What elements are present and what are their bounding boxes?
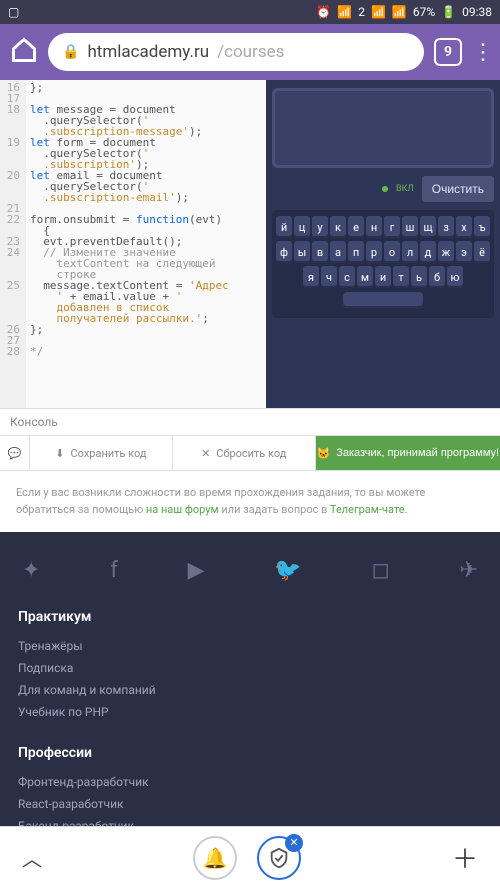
address-bar[interactable]: 🔒 htmlacademy.ru/courses [48, 33, 424, 71]
battery-icon: 🔋 [441, 5, 456, 19]
preview-pane: ВКЛ Очистить йцукенгшщзхъ фывапролджэё я… [266, 80, 500, 408]
keyboard-key[interactable]: ь [411, 266, 427, 288]
alarm-icon: ⏰ [316, 5, 331, 19]
lock-icon: 🔒 [62, 44, 79, 60]
keyboard-key[interactable]: б [429, 266, 445, 288]
clock: 09:38 [462, 5, 492, 19]
forum-link[interactable]: на наш форум [146, 503, 219, 516]
keyboard-key[interactable]: ы [294, 241, 310, 263]
app-badge-shield[interactable]: ✕ [257, 836, 301, 880]
url-host: htmlacademy.ru [87, 42, 209, 62]
footer-link[interactable]: Для команд и компаний [18, 679, 482, 701]
keyboard-key[interactable]: д [420, 241, 436, 263]
youtube-icon[interactable]: ▶ [188, 558, 205, 583]
console-tab[interactable]: Консоль [0, 408, 500, 435]
keyboard-key[interactable]: ф [276, 241, 292, 263]
instagram-icon[interactable]: ◻ [371, 558, 389, 583]
keyboard-key[interactable]: в [312, 241, 328, 263]
keyboard-key[interactable]: я [303, 266, 319, 288]
footer-heading-practicum: Практикум [18, 609, 482, 625]
keyboard-key[interactable]: л [402, 241, 418, 263]
footer-link[interactable]: Фронтенд-разработчик [18, 771, 482, 793]
keyboard-key[interactable]: о [384, 241, 400, 263]
help-text: Если у вас возникли сложности во время п… [0, 471, 500, 532]
keyboard-key[interactable]: и [375, 266, 391, 288]
keyboard-key[interactable]: с [339, 266, 355, 288]
keyboard-key[interactable]: м [357, 266, 373, 288]
keyboard-key[interactable]: з [438, 216, 454, 238]
keyboard-key[interactable]: ё [474, 241, 490, 263]
comment-icon[interactable]: 💬 [0, 436, 30, 470]
download-icon: ⬇ [55, 447, 64, 460]
footer-link[interactable]: React-разработчик [18, 793, 482, 815]
keyboard-key[interactable]: н [366, 216, 382, 238]
preview-frame [272, 88, 494, 168]
status-dot [382, 186, 388, 192]
signal-icon-2: 📶 [392, 5, 407, 19]
chevron-up-icon[interactable]: ︿ [22, 843, 42, 872]
telegram-icon[interactable]: ✈ [460, 558, 478, 583]
keyboard-key[interactable]: п [348, 241, 364, 263]
keyboard-key[interactable]: ъ [474, 216, 490, 238]
keyboard-key[interactable]: ш [402, 216, 418, 238]
save-button[interactable]: ⬇ Сохранить код [30, 436, 173, 470]
gallery-icon: ▢ [8, 5, 19, 19]
keyboard-key[interactable]: р [366, 241, 382, 263]
site-footer: ✦ f ▶ 🐦 ◻ ✈ Практикум ТренажёрыПодпискаД… [0, 532, 500, 857]
keyboard-key[interactable]: т [393, 266, 409, 288]
keyboard-key[interactable]: ю [447, 266, 463, 288]
footer-link[interactable]: Подписка [18, 657, 482, 679]
close-icon: ✕ [201, 447, 210, 460]
bottom-nav: ︿ 🔔 ✕ ＋ [0, 826, 500, 888]
status-label: ВКЛ [396, 184, 414, 194]
keyboard-key[interactable]: ж [438, 241, 454, 263]
twitter-icon[interactable]: 🐦 [274, 558, 301, 583]
keyboard-key[interactable]: а [330, 241, 346, 263]
keyboard-key[interactable]: е [348, 216, 364, 238]
vk-icon[interactable]: ✦ [22, 558, 40, 583]
code-body[interactable]: }; let message = document .querySelector… [26, 80, 266, 408]
virtual-keyboard: йцукенгшщзхъ фывапролджэё ячсмитьбю [272, 210, 494, 318]
overflow-menu-icon[interactable]: ⋮ [472, 40, 490, 65]
cat-icon: 🐱 [317, 447, 331, 460]
line-gutter: 16 17 18 19 20 21 22 23 24 25 26 27 28 [0, 80, 26, 408]
footer-link[interactable]: Тренажёры [18, 635, 482, 657]
keyboard-key[interactable]: у [312, 216, 328, 238]
space-key[interactable] [343, 292, 423, 308]
keyboard-key[interactable]: к [330, 216, 346, 238]
tabs-button[interactable]: 9 [434, 38, 462, 66]
footer-heading-professions: Профессии [18, 745, 482, 761]
workspace: 16 17 18 19 20 21 22 23 24 25 26 27 28 }… [0, 80, 500, 408]
url-path: /courses [217, 42, 284, 62]
battery-percent: 67% [413, 5, 435, 19]
telegram-link[interactable]: Телеграм-чате [330, 503, 405, 516]
sim-indicator: 2 [358, 5, 365, 19]
app-badge-bell[interactable]: 🔔 [193, 836, 237, 880]
close-badge-icon[interactable]: ✕ [285, 834, 303, 852]
keyboard-key[interactable]: г [384, 216, 400, 238]
wifi-icon: 📶 [337, 5, 352, 19]
status-bar: ▢ ⏰ 📶 2 📶 📶 67% 🔋 09:38 [0, 0, 500, 24]
facebook-icon[interactable]: f [110, 558, 118, 583]
signal-icon: 📶 [371, 5, 386, 19]
accept-button[interactable]: 🐱 Заказчик, принимай программу! [316, 436, 500, 470]
social-row: ✦ f ▶ 🐦 ◻ ✈ [18, 552, 482, 609]
keyboard-key[interactable]: х [456, 216, 472, 238]
keyboard-key[interactable]: щ [420, 216, 436, 238]
action-toolbar: 💬 ⬇ Сохранить код ✕ Сбросить код 🐱 Заказ… [0, 435, 500, 471]
keyboard-key[interactable]: э [456, 241, 472, 263]
keyboard-key[interactable]: й [276, 216, 292, 238]
footer-link[interactable]: Учебник по PHP [18, 701, 482, 723]
footer-list-practicum: ТренажёрыПодпискаДля команд и компанийУч… [18, 635, 482, 723]
keyboard-key[interactable]: ч [321, 266, 337, 288]
browser-toolbar: 🔒 htmlacademy.ru/courses 9 ⋮ [0, 24, 500, 80]
reset-button[interactable]: ✕ Сбросить код [173, 436, 316, 470]
keyboard-key[interactable]: ц [294, 216, 310, 238]
home-icon[interactable] [10, 36, 38, 68]
plus-icon[interactable]: ＋ [452, 839, 478, 876]
code-editor[interactable]: 16 17 18 19 20 21 22 23 24 25 26 27 28 }… [0, 80, 266, 408]
clear-button[interactable]: Очистить [422, 176, 494, 202]
